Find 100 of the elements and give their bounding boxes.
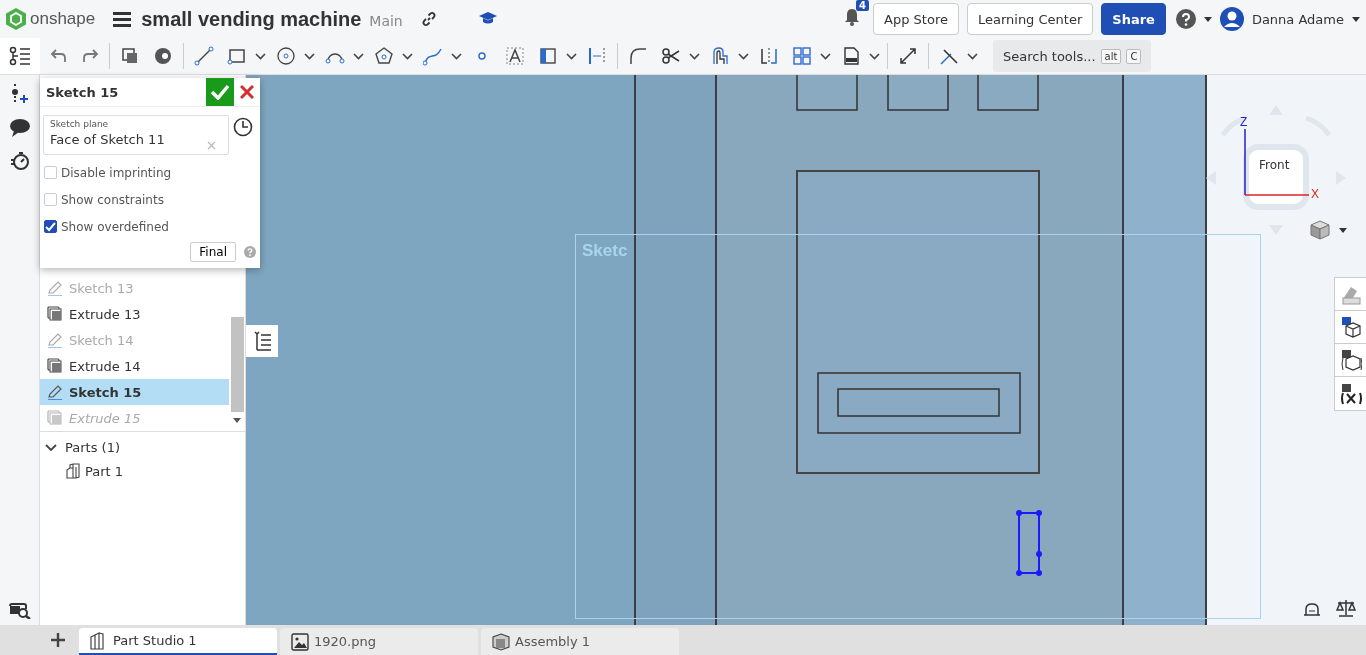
file-import-icon[interactable] xyxy=(841,46,861,66)
scale-icon[interactable] xyxy=(1336,599,1356,617)
pencil-icon xyxy=(47,280,63,296)
list-icon xyxy=(253,331,271,351)
dropdown-caret-icon[interactable] xyxy=(689,52,700,60)
assembly-icon xyxy=(492,632,510,651)
table-cube-icon xyxy=(1339,316,1362,338)
extrude-icon[interactable] xyxy=(120,46,140,66)
dropdown-caret-icon[interactable] xyxy=(304,52,315,60)
checkbox[interactable] xyxy=(44,220,57,233)
parts-header[interactable]: Parts (1) xyxy=(40,432,245,455)
shortcut-key: C xyxy=(1126,48,1142,64)
scrollbar-thumb[interactable] xyxy=(230,317,244,412)
spline-icon[interactable] xyxy=(423,46,443,66)
document-title[interactable]: small vending machine xyxy=(141,7,362,31)
dropdown-caret-icon[interactable] xyxy=(820,52,831,60)
sketch-rectangle[interactable] xyxy=(1015,509,1043,577)
pattern-icon[interactable] xyxy=(792,46,812,66)
cube-icon[interactable] xyxy=(1310,220,1330,240)
configurations-button[interactable] xyxy=(1335,311,1366,344)
user-name[interactable]: Danna Adame xyxy=(1251,11,1344,27)
dialog-title: Sketch 15 xyxy=(45,84,120,100)
add-variable-icon[interactable] xyxy=(9,83,30,105)
dropdown-caret-icon[interactable] xyxy=(255,52,266,60)
measure-icon[interactable] xyxy=(1302,601,1322,617)
variables-button[interactable] xyxy=(1335,344,1366,377)
functions-button[interactable] xyxy=(1335,377,1366,410)
caret-icon[interactable] xyxy=(1203,16,1212,22)
accept-button[interactable] xyxy=(206,78,234,106)
revolve-icon[interactable] xyxy=(153,46,173,66)
offset-icon[interactable] xyxy=(710,46,730,66)
dropdown-caret-icon[interactable] xyxy=(402,52,413,60)
scroll-down-icon[interactable] xyxy=(233,418,241,423)
check-icon xyxy=(210,84,230,100)
dropdown-caret-icon[interactable] xyxy=(967,52,978,60)
text-tool-icon[interactable] xyxy=(505,46,525,66)
feature-list-toggle[interactable] xyxy=(0,38,40,74)
view-cube-face[interactable]: Front xyxy=(1259,158,1290,172)
construction-icon[interactable] xyxy=(538,46,558,66)
header-button[interactable]: Share xyxy=(1101,3,1166,35)
undo-icon[interactable] xyxy=(50,48,68,64)
document-tab[interactable]: 1920.png xyxy=(280,628,478,655)
dimension-icon[interactable] xyxy=(587,46,607,66)
stopwatch-icon[interactable] xyxy=(9,151,30,171)
polygon-icon[interactable] xyxy=(374,46,394,66)
final-button[interactable]: Final xyxy=(190,242,236,262)
avatar-icon[interactable] xyxy=(1219,7,1244,31)
search-icon[interactable] xyxy=(8,603,31,619)
function-icon xyxy=(1339,382,1362,405)
search-tools-field[interactable]: Search tools... alt C xyxy=(993,40,1152,72)
caret-icon[interactable] xyxy=(1339,228,1347,233)
variable-cube-icon xyxy=(1339,349,1362,371)
pencil-icon xyxy=(47,384,63,400)
sketch-plane-field[interactable]: Sketch plane Face of Sketch 11 xyxy=(43,115,229,155)
line-icon[interactable] xyxy=(194,46,214,66)
extrude-icon xyxy=(47,410,63,426)
close-button[interactable] xyxy=(234,78,260,106)
comment-icon[interactable] xyxy=(9,119,30,137)
axis-label: X xyxy=(1311,187,1319,201)
notification-badge: 4 xyxy=(856,0,870,11)
plus-icon xyxy=(50,632,66,648)
transform-icon[interactable] xyxy=(898,46,918,66)
axis-label: Z xyxy=(1240,115,1248,129)
part-item[interactable]: Part 1 xyxy=(40,455,245,479)
fillet-icon[interactable] xyxy=(628,46,648,66)
caret-icon[interactable] xyxy=(1352,16,1360,22)
dropdown-caret-icon[interactable] xyxy=(451,52,462,60)
pencil-icon xyxy=(47,332,63,348)
document-tab[interactable]: Assembly 1 xyxy=(481,628,679,655)
trim-icon[interactable] xyxy=(661,46,681,66)
close-icon xyxy=(240,85,254,99)
extrude-icon xyxy=(47,358,63,374)
dropdown-caret-icon[interactable] xyxy=(738,52,749,60)
link-icon[interactable] xyxy=(420,11,437,27)
list-toggle-button[interactable] xyxy=(246,325,278,357)
mirror-icon[interactable] xyxy=(759,46,779,66)
header-button[interactable]: App Store xyxy=(873,3,959,35)
image-icon xyxy=(291,632,309,651)
redo-icon[interactable] xyxy=(81,48,99,64)
feature-tree-icon xyxy=(9,46,31,66)
help-icon[interactable] xyxy=(1175,9,1196,29)
document-tab[interactable]: Part Studio 1 xyxy=(79,628,277,655)
dropdown-caret-icon[interactable] xyxy=(869,52,880,60)
menu-icon[interactable] xyxy=(113,11,132,27)
intersection-icon[interactable] xyxy=(939,46,959,66)
header-button[interactable]: Learning Center xyxy=(966,3,1094,35)
feature-item[interactable]: Extrude 14 xyxy=(40,353,229,379)
dropdown-caret-icon[interactable] xyxy=(353,52,364,60)
feature-item[interactable]: Sketch 15 xyxy=(40,379,229,405)
shortcut-key: alt xyxy=(1100,48,1122,64)
logo-text: onshape xyxy=(30,9,96,29)
part-icon xyxy=(65,463,81,479)
dropdown-caret-icon[interactable] xyxy=(566,52,577,60)
circle-icon[interactable] xyxy=(276,46,296,66)
clock-icon[interactable] xyxy=(233,117,253,137)
logo-icon xyxy=(6,8,26,30)
rectangle-icon[interactable] xyxy=(227,46,247,66)
feature-item[interactable]: Extrude 13 xyxy=(40,301,229,327)
extrude-icon xyxy=(47,306,63,322)
bell-icon[interactable] xyxy=(843,7,862,27)
